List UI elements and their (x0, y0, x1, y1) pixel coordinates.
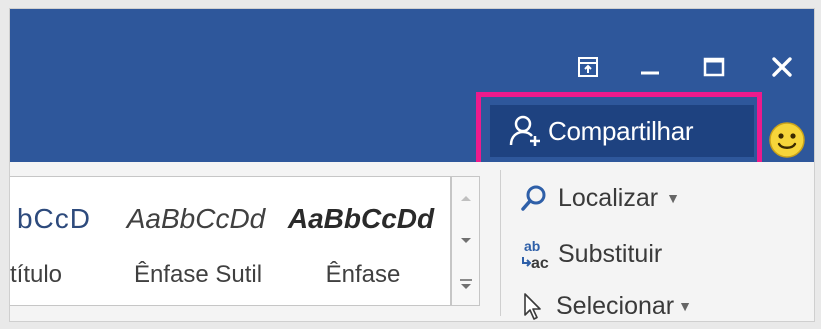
replace-icon: ab ac (522, 238, 549, 271)
maximize-icon (703, 57, 725, 77)
chevron-down-icon (460, 238, 471, 243)
feedback-button[interactable] (768, 121, 806, 159)
word-window: Compartilhar bCcD título AaBbCcDd Ênfase… (10, 9, 814, 321)
gallery-scroll-down-button[interactable] (452, 220, 479, 262)
style-name: Ênfase Sutil (133, 261, 263, 288)
ribbon: bCcD título AaBbCcDd Ênfase Sutil AaBbCc… (10, 162, 814, 321)
style-preview: bCcD (16, 203, 91, 234)
maximize-button[interactable] (694, 49, 734, 85)
replace-label: Substituir (558, 239, 663, 268)
style-preview: AaBbCcDd (126, 203, 266, 234)
chevron-down-icon: ▼ (666, 190, 680, 206)
close-button[interactable] (762, 49, 802, 85)
styles-gallery-scroller (451, 176, 480, 306)
svg-text:ab: ab (524, 238, 540, 254)
share-button-label: Compartilhar (548, 115, 694, 146)
styles-gallery: bCcD título AaBbCcDd Ênfase Sutil AaBbCc… (10, 176, 451, 306)
find-label: Localizar (558, 183, 659, 212)
ribbon-group-divider (500, 170, 501, 316)
gallery-more-button[interactable] (452, 263, 479, 305)
close-icon (772, 57, 792, 77)
style-titulo[interactable]: bCcD título (10, 177, 104, 305)
chevron-down-icon: ▼ (678, 298, 692, 314)
add-person-icon (504, 114, 548, 148)
gallery-scroll-up-button[interactable] (452, 177, 479, 219)
style-enfase-sutil[interactable]: AaBbCcDd Ênfase Sutil (116, 177, 280, 305)
search-icon (521, 185, 546, 211)
style-enfase[interactable]: AaBbCcDd Ênfase (282, 177, 444, 305)
replace-button[interactable]: ab ac Substituir (520, 234, 662, 274)
minimize-icon (641, 71, 659, 75)
cursor-arrow-icon (524, 293, 541, 320)
svg-text:ac: ac (531, 255, 549, 271)
smiley-icon (769, 122, 805, 158)
style-preview: AaBbCcDd (287, 203, 435, 234)
style-name: Ênfase (325, 261, 401, 288)
title-bar: Compartilhar (10, 9, 814, 162)
chevron-up-icon (460, 196, 471, 201)
style-name: título (10, 261, 63, 288)
find-button[interactable]: Localizar ▼ (520, 178, 680, 218)
ribbon-display-options-button[interactable] (568, 49, 608, 85)
share-button[interactable]: Compartilhar (490, 105, 754, 157)
select-button[interactable]: Selecionar ▼ (520, 286, 692, 321)
ribbon-display-options-icon (578, 57, 598, 77)
more-styles-icon (459, 279, 472, 289)
minimize-button[interactable] (630, 49, 670, 85)
select-label: Selecionar (556, 291, 675, 320)
